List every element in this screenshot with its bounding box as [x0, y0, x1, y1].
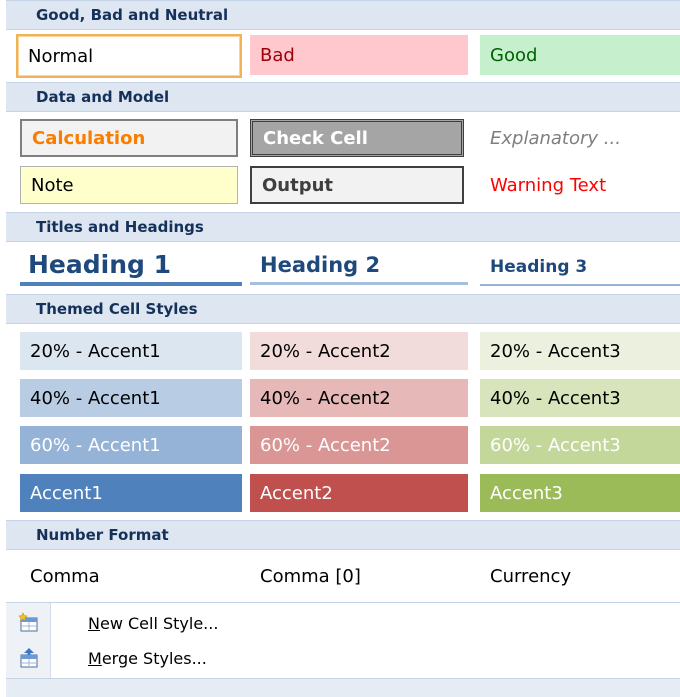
section-title: Data and Model	[36, 88, 170, 106]
menu-label: New Cell Style...	[88, 614, 218, 633]
style-label: Comma	[30, 565, 100, 587]
style-good[interactable]: Good	[480, 35, 680, 75]
style-explanatory[interactable]: Explanatory ...	[480, 119, 680, 157]
style-60-accent3[interactable]: 60% - Accent3	[480, 426, 680, 464]
section-header-number-format: Number Format	[6, 520, 680, 550]
menu-item-new-cell-style[interactable]: New Cell Style...	[6, 606, 680, 640]
section-header-data-model: Data and Model	[6, 82, 680, 112]
style-20-accent3[interactable]: 20% - Accent3	[480, 332, 680, 370]
style-label: Check Cell	[263, 127, 368, 149]
style-label: Comma [0]	[260, 565, 361, 587]
style-60-accent2[interactable]: 60% - Accent2	[250, 426, 468, 464]
style-accent3[interactable]: Accent3	[480, 474, 680, 512]
style-40-accent1[interactable]: 40% - Accent1	[20, 379, 242, 417]
style-40-accent2[interactable]: 40% - Accent2	[250, 379, 468, 417]
style-calculation[interactable]: Calculation	[20, 119, 238, 157]
style-label: Accent2	[260, 482, 333, 504]
style-label: 60% - Accent1	[30, 434, 161, 456]
style-20-accent1[interactable]: 20% - Accent1	[20, 332, 242, 370]
cell-styles-gallery: Good, Bad and Neutral Normal Bad Good Da…	[6, 0, 680, 697]
style-label: Output	[262, 174, 334, 196]
style-label: Heading 3	[490, 257, 588, 277]
merge-styles-icon	[18, 647, 40, 669]
style-label: 40% - Accent1	[30, 387, 161, 409]
hotkey-letter: M	[88, 648, 102, 668]
style-label: 20% - Accent1	[30, 340, 161, 362]
style-accent1[interactable]: Accent1	[20, 474, 242, 512]
style-label: Accent3	[490, 482, 563, 504]
style-label: 60% - Accent2	[260, 434, 391, 456]
style-bad[interactable]: Bad	[250, 35, 468, 75]
style-label: 20% - Accent3	[490, 340, 621, 362]
style-label: 40% - Accent2	[260, 387, 391, 409]
style-heading-3[interactable]: Heading 3	[480, 250, 680, 286]
menu-label-text: erge Styles...	[101, 648, 207, 668]
menu-label: Merge Styles...	[88, 649, 207, 668]
section-title: Themed Cell Styles	[36, 300, 198, 318]
style-label: 40% - Accent3	[490, 387, 621, 409]
style-label: Currency	[490, 565, 572, 587]
style-heading-1[interactable]: Heading 1	[20, 246, 242, 286]
style-label: Normal	[28, 45, 94, 67]
style-check-cell[interactable]: Check Cell	[250, 119, 464, 157]
style-heading-2[interactable]: Heading 2	[250, 247, 468, 285]
style-40-accent3[interactable]: 40% - Accent3	[480, 379, 680, 417]
section-title: Number Format	[36, 526, 169, 544]
style-currency[interactable]: Currency	[480, 556, 680, 596]
hotkey-letter: N	[88, 613, 100, 633]
style-note[interactable]: Note	[20, 166, 238, 204]
style-comma-0[interactable]: Comma [0]	[250, 556, 468, 596]
resize-grip-bar[interactable]	[6, 678, 680, 697]
style-label: Accent1	[30, 482, 103, 504]
style-normal[interactable]: Normal	[16, 34, 242, 78]
section-header-themed: Themed Cell Styles	[6, 294, 680, 324]
style-output[interactable]: Output	[250, 166, 464, 204]
style-warning-text[interactable]: Warning Text	[480, 166, 680, 204]
menu-label-text: ew Cell Style...	[99, 613, 219, 633]
section-title: Good, Bad and Neutral	[36, 6, 229, 24]
section-header-good-bad-neutral: Good, Bad and Neutral	[6, 0, 680, 30]
style-label: Note	[31, 174, 74, 196]
menu-item-merge-styles[interactable]: Merge Styles...	[6, 641, 680, 675]
style-label: 60% - Accent3	[490, 434, 621, 456]
style-label: Explanatory ...	[490, 127, 621, 149]
style-60-accent1[interactable]: 60% - Accent1	[20, 426, 242, 464]
style-accent2[interactable]: Accent2	[250, 474, 468, 512]
menu-separator	[6, 602, 680, 603]
style-label: Heading 2	[260, 252, 381, 277]
section-title: Titles and Headings	[36, 218, 204, 236]
section-header-titles-headings: Titles and Headings	[6, 212, 680, 242]
style-label: Calculation	[32, 127, 146, 149]
style-label: Good	[490, 44, 538, 66]
style-label: Heading 1	[28, 249, 172, 279]
style-comma[interactable]: Comma	[20, 556, 242, 596]
style-label: Bad	[260, 44, 295, 66]
new-cell-style-icon	[18, 612, 40, 634]
style-20-accent2[interactable]: 20% - Accent2	[250, 332, 468, 370]
style-label: Warning Text	[490, 174, 607, 196]
style-label: 20% - Accent2	[260, 340, 391, 362]
